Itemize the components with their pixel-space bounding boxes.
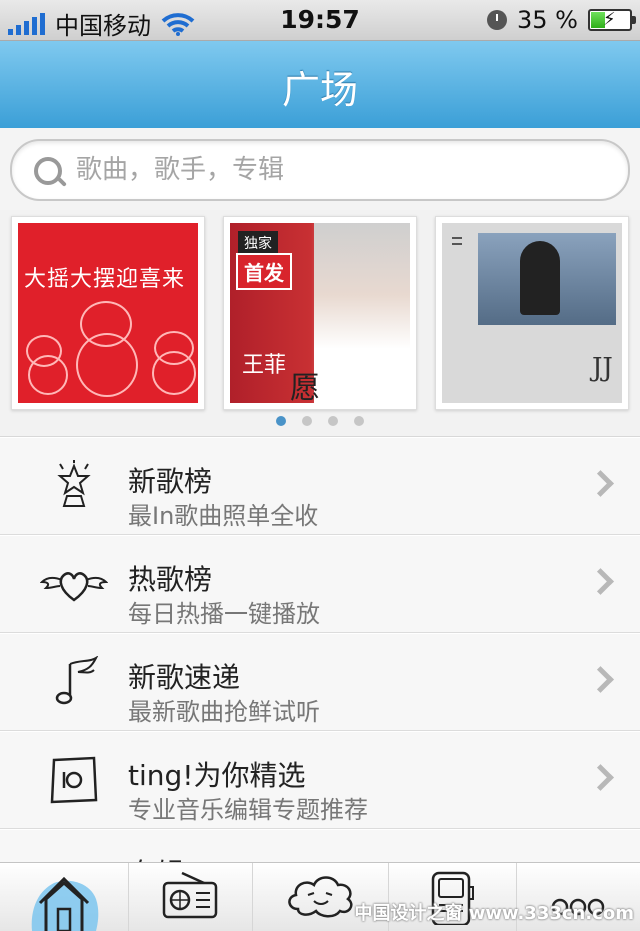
status-bar: 中国移动 19:57 35 % ⚡ [0, 0, 640, 41]
list-item-subtitle: 最新歌曲抢鲜试听 [128, 698, 320, 726]
album-signature: JJ [592, 353, 613, 383]
album-badge-2: 首发 [236, 253, 292, 290]
album-card-2[interactable]: 独家 首发 王菲 愿 [223, 216, 417, 410]
home-icon [31, 876, 99, 931]
list-item-title: ting!为你精选 [128, 759, 306, 792]
battery-icon: ⚡ [588, 9, 636, 31]
page-dot[interactable] [328, 416, 338, 426]
page-title: 广场 [281, 68, 358, 112]
album-cover-1: 大摇大摆迎喜来 [18, 223, 198, 403]
album-cover-3: JJ [442, 223, 622, 403]
search-input[interactable] [74, 149, 598, 191]
chevron-right-icon [587, 470, 614, 497]
page-dot[interactable] [276, 416, 286, 426]
navigation-bar: 广场 [0, 41, 640, 129]
list-item-hot-songs[interactable]: 热歌榜 每日热播一键播放 [0, 535, 640, 633]
battery-percent: 35 % [517, 6, 578, 34]
list-item-picks[interactable]: ting!为你精选 专业音乐编辑专题推荐 [0, 731, 640, 829]
list-item-new-express[interactable]: 新歌速递 最新歌曲抢鲜试听 [0, 633, 640, 731]
album-card-3[interactable]: JJ [435, 216, 629, 410]
tab-radio[interactable] [128, 863, 253, 931]
category-list: 新歌榜 最In歌曲照单全收 热歌榜 每日热播一键播放 新歌速递 最新歌曲抢鲜试听… [0, 436, 640, 863]
tab-home[interactable] [0, 863, 129, 931]
list-item-title: 新歌速递 [128, 661, 241, 694]
status-right: 35 % ⚡ [487, 6, 636, 34]
cloud-icon [288, 876, 353, 918]
album-badge: 独家 [238, 231, 278, 255]
winged-heart-icon [40, 572, 108, 602]
music-note-icon [55, 656, 99, 705]
list-item-subtitle: 最In歌曲照单全收 [128, 502, 319, 530]
album-artist: 王菲 [242, 353, 287, 378]
list-item-title: 新歌榜 [128, 465, 213, 498]
album-carousel[interactable]: 大摇大摆迎喜来 独家 首发 王菲 愿 JJ [0, 210, 640, 435]
watermark-text: 中国设计之窗 www.333cn.com [354, 903, 634, 924]
radio-icon [162, 871, 218, 919]
album-cover-text: 大摇大摆迎喜来 [24, 267, 186, 292]
list-item-new-songs[interactable]: 新歌榜 最In歌曲照单全收 [0, 437, 640, 535]
album-cover-2: 独家 首发 王菲 愿 [230, 223, 410, 403]
search-area [0, 128, 640, 210]
trophy-star-icon [57, 460, 91, 507]
search-icon [34, 157, 62, 185]
page-dot[interactable] [302, 416, 312, 426]
page-dot[interactable] [354, 416, 364, 426]
page-indicator[interactable] [0, 416, 640, 426]
album-title: 愿 [290, 371, 320, 403]
list-item-albums[interactable]: 专辑 [0, 829, 640, 863]
alarm-clock-icon [487, 10, 508, 30]
tab-bar: 中国设计之窗 www.333cn.com [0, 862, 640, 931]
list-item-title: 热歌榜 [128, 563, 213, 596]
chevron-right-icon [587, 764, 614, 791]
chevron-right-icon [587, 666, 614, 693]
search-box[interactable] [10, 139, 630, 201]
speaker-icon [50, 756, 98, 804]
list-item-subtitle: 专业音乐编辑专题推荐 [128, 796, 368, 824]
chevron-right-icon [587, 568, 614, 595]
album-card-1[interactable]: 大摇大摆迎喜来 [11, 216, 205, 410]
list-item-subtitle: 每日热播一键播放 [128, 600, 320, 628]
